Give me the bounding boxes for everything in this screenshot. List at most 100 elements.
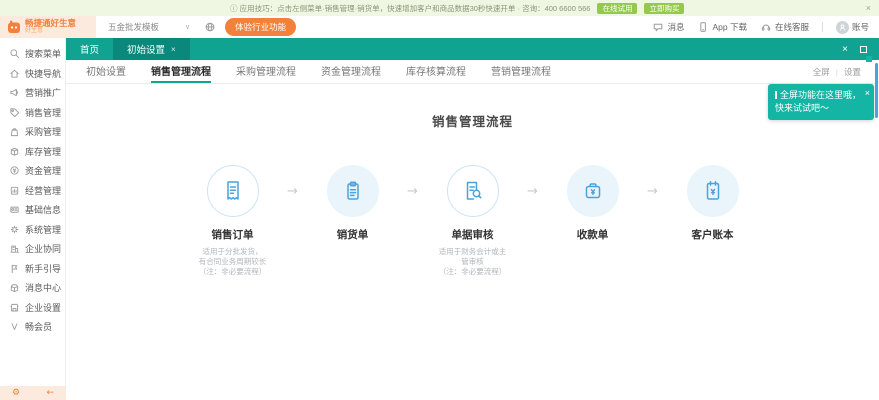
flow-step-customer-ledger[interactable]: 客户账本	[665, 165, 761, 242]
tab-initial-settings-label: 初始设置	[127, 42, 165, 56]
flag-icon	[9, 263, 20, 274]
tab-close-icon[interactable]: ×	[171, 45, 176, 54]
page-utilities: 全屏 | 设置	[813, 60, 861, 84]
fullscreen-highlight-dot[interactable]	[866, 56, 872, 62]
sidebar-item-base-info[interactable]: 基础信息	[0, 200, 65, 220]
sidebar-item-label: 搜索菜单	[25, 47, 61, 60]
sidebar-item-label: 新手引导	[25, 262, 61, 275]
subtab-sales-flow[interactable]: 销售管理流程	[151, 60, 211, 83]
logo-subtitle: 好生意	[25, 27, 76, 35]
settings-gear-icon[interactable]: ⚙	[12, 388, 20, 398]
home-icon	[9, 68, 20, 79]
doc-review-circle[interactable]	[447, 165, 499, 217]
globe-icon[interactable]	[204, 21, 216, 33]
step-label: 单据审核	[452, 227, 494, 242]
support-button[interactable]: 在线客服	[760, 21, 809, 33]
building-icon	[9, 243, 20, 254]
sidebar-item-label: 系统管理	[25, 223, 61, 236]
tab-home[interactable]: 首页	[66, 38, 113, 60]
settings-button[interactable]: 设置	[844, 66, 861, 78]
flow-arrow-icon: →	[281, 165, 305, 217]
messages-button[interactable]: 消息	[652, 21, 684, 33]
maximize-icon[interactable]	[860, 46, 867, 53]
flow-arrow-icon: →	[401, 165, 425, 217]
flow-step-sales-order[interactable]: 销售订单 适用于分批发货， 有合同业务周期较长 （注：非必要流程）	[185, 165, 281, 277]
announcement-close-icon[interactable]: ×	[866, 3, 871, 13]
sidebar-item-funds[interactable]: 资金管理	[0, 161, 65, 181]
close-all-tabs-icon[interactable]: ×	[842, 44, 848, 55]
sidebar-item-label: 基础信息	[25, 203, 61, 216]
utilities-separator: |	[836, 67, 838, 77]
subtab-purchase-flow[interactable]: 采购管理流程	[236, 60, 296, 83]
subtab-inventory-flow[interactable]: 库存核算流程	[406, 60, 466, 83]
sidebar-item-label: 企业设置	[25, 301, 61, 314]
tab-initial-settings[interactable]: 初始设置 ×	[113, 38, 190, 60]
sidebar-item-search[interactable]: 搜索菜单	[0, 44, 65, 64]
sidebar-item-label: 经营管理	[25, 184, 61, 197]
sidebar-item-label: 库存管理	[25, 145, 61, 158]
sidebar-item-label: 企业协同	[25, 242, 61, 255]
subtab-marketing-flow[interactable]: 营销管理流程	[491, 60, 551, 83]
sidebar-item-guide[interactable]: 新手引导	[0, 259, 65, 279]
sidebar-item-collaboration[interactable]: 企业协同	[0, 239, 65, 259]
payment-icon	[581, 179, 605, 203]
subtab-funds-flow[interactable]: 资金管理流程	[321, 60, 381, 83]
account-menu[interactable]: 账号	[836, 21, 869, 34]
flow-step-doc-review[interactable]: 单据审核 适用于财务会计或主 管审核 （注：非必要流程）	[425, 165, 521, 277]
sidebar-item-sales[interactable]: 销售管理	[0, 103, 65, 123]
messages-label: 消息	[667, 21, 684, 33]
sidebar-item-message-center[interactable]: 消息中心	[0, 278, 65, 298]
collapse-sidebar-icon[interactable]: ←	[46, 388, 54, 398]
chevron-down-icon: ∨	[185, 23, 190, 31]
trial-industry-button[interactable]: 体验行业功能	[225, 18, 296, 36]
vip-icon	[9, 321, 20, 332]
logo: 畅捷通好生意 好生意	[0, 16, 96, 38]
buy-now-badge[interactable]: 立即购买	[644, 3, 684, 14]
sidebar-item-label: 采购管理	[25, 125, 61, 138]
sidebar-item-membership[interactable]: 畅会员	[0, 317, 65, 337]
headset-icon	[760, 21, 772, 33]
id-card-icon	[9, 204, 20, 215]
shopping-bag-icon	[9, 126, 20, 137]
sidebar-item-system[interactable]: 系统管理	[0, 220, 65, 240]
sidebar-item-purchase[interactable]: 采购管理	[0, 122, 65, 142]
sales-order-circle[interactable]	[207, 165, 259, 217]
receipt-circle[interactable]	[567, 165, 619, 217]
flow-step-sales-invoice[interactable]: 销货单	[305, 165, 401, 242]
box-icon	[9, 146, 20, 157]
sidebar-item-company-settings[interactable]: 企业设置	[0, 298, 65, 318]
message-bubble-icon	[652, 21, 664, 33]
sidebar-item-quick-nav[interactable]: 快捷导航	[0, 64, 65, 84]
sidebar-item-inventory[interactable]: 库存管理	[0, 142, 65, 162]
announcement-text: ⓘ 应用技巧：点击左侧菜单·销售管理·销货单，快速增加客户和商品数据30秒快速开…	[230, 3, 590, 14]
app-download-button[interactable]: App 下载	[697, 21, 747, 33]
main-content: 初始设置 销售管理流程 采购管理流程 资金管理流程 库存核算流程 营销管理流程 …	[66, 60, 879, 400]
logo-title: 畅捷通好生意	[25, 19, 76, 27]
tab-home-label: 首页	[80, 42, 99, 56]
step-description: 适用于财务会计或主 管审核 （注：非必要流程）	[439, 247, 507, 277]
template-select-value: 五金批发模板	[108, 21, 159, 33]
trial-online-badge[interactable]: 在线试用	[597, 3, 637, 14]
step-label: 销售订单	[212, 227, 254, 242]
sidebar-item-marketing[interactable]: 营销推广	[0, 83, 65, 103]
chart-icon	[9, 185, 20, 196]
sales-invoice-circle[interactable]	[327, 165, 379, 217]
subtab-initial-settings[interactable]: 初始设置	[86, 60, 126, 83]
document-search-icon	[461, 179, 485, 203]
scrollbar-thumb[interactable]	[875, 63, 878, 118]
app-download-label: App 下载	[712, 21, 747, 33]
sidebar-item-operations[interactable]: 经营管理	[0, 181, 65, 201]
header-divider	[822, 22, 823, 32]
announcement-bar: ⓘ 应用技巧：点击左侧菜单·销售管理·销货单，快速增加客户和商品数据30秒快速开…	[0, 0, 879, 16]
flow-arrow-icon: →	[521, 165, 545, 217]
fullscreen-button[interactable]: 全屏	[813, 66, 830, 78]
template-select[interactable]: 五金批发模板 ∨	[108, 21, 190, 33]
sidebar-item-label: 畅会员	[25, 320, 52, 333]
flow-step-receipt[interactable]: 收款单	[545, 165, 641, 242]
support-label: 在线客服	[775, 21, 809, 33]
customer-ledger-circle[interactable]	[687, 165, 739, 217]
sidebar-item-label: 消息中心	[25, 281, 61, 294]
tooltip-close-icon[interactable]: ×	[865, 87, 870, 100]
step-label: 收款单	[577, 227, 609, 242]
receipt-icon	[221, 179, 245, 203]
